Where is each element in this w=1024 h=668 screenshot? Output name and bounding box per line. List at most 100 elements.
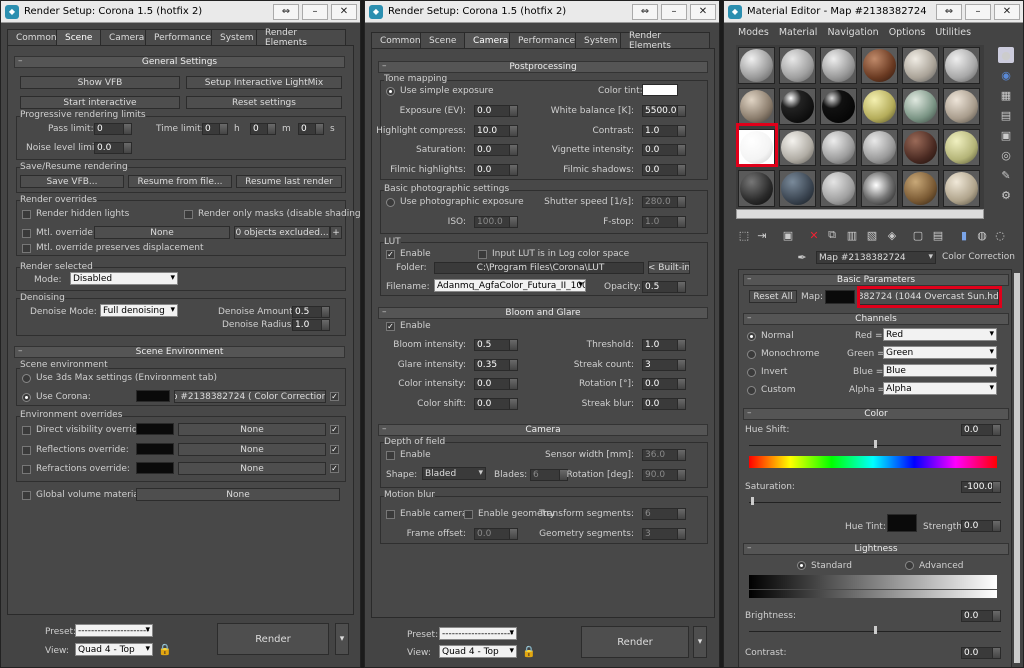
sample-slot[interactable] <box>738 47 775 84</box>
sample-slot[interactable] <box>902 129 939 166</box>
sample-slot[interactable] <box>779 129 816 166</box>
alpha-channel-dropdown[interactable]: Alpha <box>883 382 997 395</box>
invert-radio[interactable] <box>747 368 756 377</box>
menu-navigation[interactable]: Navigation <box>827 27 878 38</box>
mtl-override-button[interactable]: None <box>94 226 230 239</box>
show-vfb-button[interactable]: Show VFB <box>20 76 180 89</box>
lightness-header[interactable]: – Lightness <box>743 543 1009 555</box>
sample-slot[interactable] <box>738 88 775 125</box>
tab-scene[interactable]: Scene <box>420 32 465 48</box>
custom-radio[interactable] <box>747 386 756 395</box>
lut-enable-checkbox[interactable]: ✓ <box>386 250 395 259</box>
minutes-spinner[interactable]: 0 <box>250 123 276 135</box>
tab-render-elements[interactable]: Render Elements <box>620 31 710 51</box>
vignette-spinner[interactable]: 0.0 <box>642 144 686 156</box>
pass-limit-spinner[interactable]: 0 <box>94 123 132 135</box>
make-preview-icon[interactable]: ◎ <box>998 147 1014 163</box>
background-icon[interactable]: ▦ <box>998 87 1014 103</box>
close-button[interactable]: ✕ <box>331 3 357 20</box>
fstop-spinner[interactable]: 1.0 <box>642 216 686 228</box>
direct-override-enable[interactable]: ✓ <box>330 425 339 434</box>
direct-override-map-button[interactable]: None <box>178 423 326 436</box>
general-settings-header[interactable]: – General Settings <box>14 56 345 68</box>
resize-icon[interactable]: ⇔ <box>632 3 658 20</box>
mtl-override-checkbox[interactable] <box>22 229 31 238</box>
channels-header[interactable]: – Channels <box>743 313 1009 325</box>
sample-slot[interactable] <box>861 170 898 207</box>
menu-material[interactable]: Material <box>779 27 818 38</box>
sample-slot[interactable] <box>943 47 980 84</box>
sample-slot[interactable] <box>779 88 816 125</box>
corona-env-checkbox[interactable]: ✓ <box>330 392 339 401</box>
highlight-spinner[interactable]: 10.0 <box>474 125 518 137</box>
sample-slot[interactable] <box>820 88 857 125</box>
reflections-override-enable[interactable]: ✓ <box>330 445 339 454</box>
transform-seg-spinner[interactable]: 6 <box>642 508 686 520</box>
uv-tiling-icon[interactable]: ▤ <box>998 107 1014 123</box>
sample-slot[interactable] <box>902 170 939 207</box>
preset-dropdown[interactable]: ---------------------- <box>439 627 517 640</box>
noise-limit-spinner[interactable]: 0.0 <box>94 142 132 154</box>
refractions-override-map-button[interactable]: None <box>178 462 326 475</box>
red-channel-dropdown[interactable]: Red <box>883 328 997 341</box>
scene-environment-header[interactable]: – Scene Environment <box>14 346 345 358</box>
tab-common[interactable]: Common <box>371 32 421 48</box>
show-end-result-icon[interactable]: ▮ <box>956 227 972 243</box>
normal-radio[interactable] <box>747 332 756 341</box>
menu-modes[interactable]: Modes <box>738 27 769 38</box>
reflections-override-map-button[interactable]: None <box>178 443 326 456</box>
tab-camera[interactable]: Camera <box>464 32 510 48</box>
sample-slot[interactable] <box>943 88 980 125</box>
filmic-shadows-spinner[interactable]: 0.0 <box>642 164 686 176</box>
copy-material-icon[interactable]: ⧉ <box>824 227 840 243</box>
map-name-field[interactable]: Map #2138382724 <box>816 251 936 264</box>
saturation-slider-track[interactable] <box>749 502 1001 503</box>
start-interactive-button[interactable]: Start interactive <box>20 96 180 109</box>
folder-field[interactable]: C:\Program Files\Corona\LUT <box>434 262 644 274</box>
rotation-spinner[interactable]: 0.0 <box>642 378 686 390</box>
input-log-checkbox[interactable] <box>478 250 487 259</box>
view-dropdown[interactable]: Quad 4 - Top <box>75 643 153 656</box>
mode-dropdown[interactable]: Disabled <box>70 272 178 285</box>
map-swatch[interactable] <box>825 290 855 304</box>
corona-env-map-button[interactable]: ap #2138382724 ( Color Correction ) <box>174 390 326 403</box>
setup-lightmix-button[interactable]: Setup Interactive LightMix <box>186 76 342 89</box>
standard-radio[interactable] <box>797 561 806 570</box>
bloom-enable-checkbox[interactable]: ✓ <box>386 322 395 331</box>
color-intensity-spinner[interactable]: 0.0 <box>474 378 518 390</box>
tab-system[interactable]: System <box>211 29 257 45</box>
sample-slot[interactable] <box>820 129 857 166</box>
dof-enable-checkbox[interactable] <box>386 451 395 460</box>
refractions-override-enable[interactable]: ✓ <box>330 464 339 473</box>
render-masks-checkbox[interactable] <box>184 210 193 219</box>
sample-type-icon[interactable]: ● <box>998 47 1014 63</box>
seconds-spinner[interactable]: 0 <box>298 123 324 135</box>
exposure-spinner[interactable]: 0.0 <box>474 105 518 117</box>
color-header[interactable]: – Color <box>743 408 1009 420</box>
resume-last-button[interactable]: Resume last render <box>236 175 342 188</box>
builtin-button[interactable]: < Built-in <box>648 261 690 274</box>
menu-utilities[interactable]: Utilities <box>935 27 971 38</box>
tab-system[interactable]: System <box>575 32 621 48</box>
preset-dropdown[interactable]: ---------------------- <box>75 624 153 637</box>
postprocessing-header[interactable]: – Postprocessing <box>378 61 708 73</box>
sample-slot[interactable] <box>861 129 898 166</box>
corona-env-swatch[interactable] <box>136 390 170 402</box>
map-type-label[interactable]: Color Correction <box>942 252 1015 262</box>
direct-override-checkbox[interactable] <box>22 426 31 435</box>
camera-header[interactable]: – Camera <box>378 424 708 436</box>
shutter-spinner[interactable]: 280.0 <box>642 196 686 208</box>
blue-channel-dropdown[interactable]: Blue <box>883 364 997 377</box>
minimize-button[interactable]: – <box>661 3 687 20</box>
put-to-library-icon[interactable]: ◈ <box>884 227 900 243</box>
bloom-glare-header[interactable]: – Bloom and Glare <box>378 307 708 319</box>
filmic-highlights-spinner[interactable]: 0.0 <box>474 164 518 176</box>
sample-slot[interactable] <box>738 170 775 207</box>
saturation-spinner[interactable]: 0.0 <box>474 144 518 156</box>
sample-slot[interactable] <box>779 170 816 207</box>
use-max-radio[interactable] <box>22 374 31 383</box>
mtl-disp-checkbox[interactable] <box>22 244 31 253</box>
menu-options[interactable]: Options <box>889 27 926 38</box>
threshold-spinner[interactable]: 1.0 <box>642 339 686 351</box>
global-volume-button[interactable]: None <box>136 488 340 501</box>
